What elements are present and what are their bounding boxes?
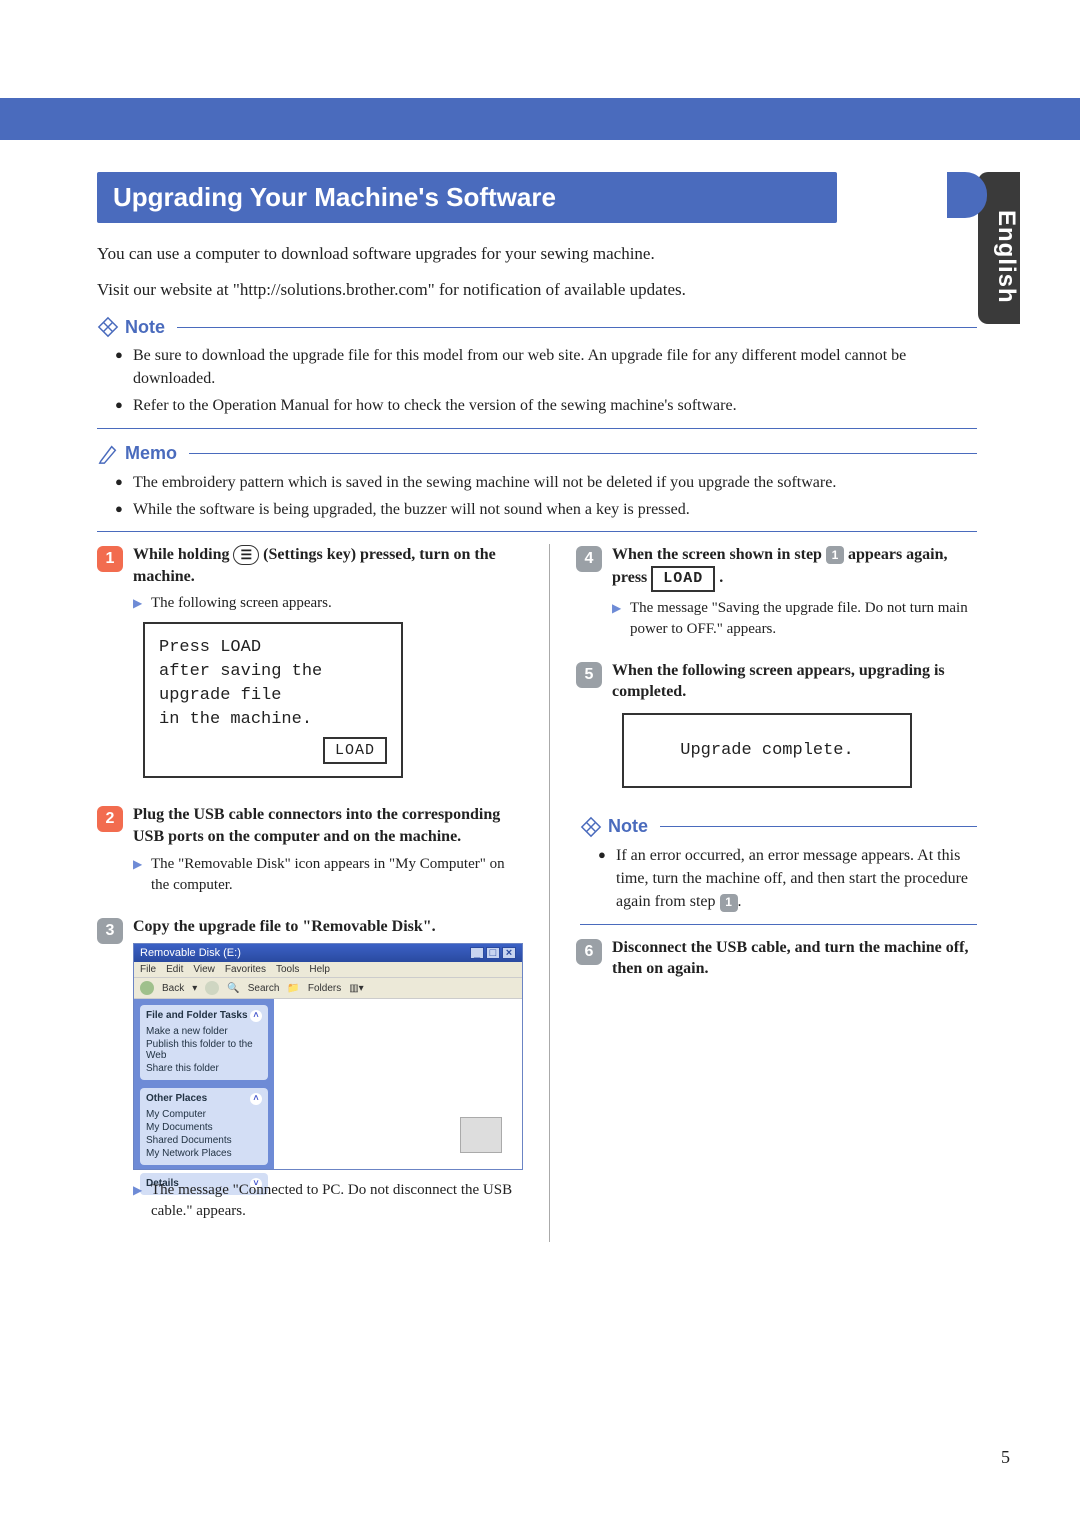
memo-item: The embroidery pattern which is saved in…: [115, 471, 977, 494]
step-badge-3: 3: [97, 918, 123, 944]
step-3: 3 Copy the upgrade file to "Removable Di…: [97, 916, 523, 1231]
step-6: 6 Disconnect the USB cable, and turn the…: [576, 937, 977, 986]
note2-list: If an error occurred, an error message a…: [580, 844, 977, 914]
explorer-window: Removable Disk (E:) _□× FileEditViewFavo…: [133, 943, 523, 1170]
note-label: Note: [125, 317, 165, 338]
note2-end-rule: [580, 924, 977, 925]
memo-label: Memo: [125, 443, 177, 464]
sidebar-item[interactable]: Shared Documents: [146, 1134, 262, 1147]
column-divider: [549, 544, 550, 1242]
upgrade-file-icon[interactable]: [460, 1117, 502, 1153]
step-5: 5 When the following screen appears, upg…: [576, 660, 977, 802]
note-header: Note: [97, 316, 977, 338]
step-badge-1: 1: [97, 546, 123, 572]
lcd-line: after saving the: [159, 660, 387, 684]
left-column: 1 While holding ☰ (Settings key) pressed…: [97, 544, 523, 1242]
step-1-sub: The following screen appears.: [133, 593, 523, 614]
lcd-screen-2: Upgrade complete.: [622, 713, 912, 788]
page-content: Upgrading Your Machine's Software You ca…: [97, 172, 977, 1242]
step-badge-6: 6: [576, 939, 602, 965]
load-button-inline[interactable]: LOAD: [651, 566, 715, 592]
note-list: Be sure to download the upgrade file for…: [97, 344, 977, 418]
lcd-line: in the machine.: [159, 708, 387, 732]
step-ref-1-icon: 1: [826, 546, 844, 564]
step-badge-5: 5: [576, 662, 602, 688]
step-4-title: When the screen shown in step 1 appears …: [612, 544, 977, 592]
step-5-title: When the following screen appears, upgra…: [612, 660, 977, 703]
maximize-icon: □: [486, 947, 500, 959]
note-item: Be sure to download the upgrade file for…: [115, 344, 977, 390]
sidebar-panel-places: Other Places˄ My Computer My Documents S…: [140, 1088, 268, 1165]
right-column: 4 When the screen shown in step 1 appear…: [576, 544, 977, 1242]
lcd-screen-1: Press LOAD after saving the upgrade file…: [143, 622, 403, 778]
memo-icon: [97, 443, 119, 465]
note-label: Note: [608, 816, 648, 837]
lcd-line: upgrade file: [159, 684, 387, 708]
window-main-area[interactable]: [274, 999, 522, 1169]
memo-end-rule: [97, 531, 977, 532]
note-icon: [97, 316, 119, 338]
intro-line-2: Visit our website at "http://solutions.b…: [97, 277, 977, 303]
chevron-up-icon[interactable]: ˄: [250, 1093, 262, 1105]
steps-columns: 1 While holding ☰ (Settings key) pressed…: [97, 544, 977, 1242]
lcd-load-button[interactable]: LOAD: [323, 737, 387, 764]
step-badge-2: 2: [97, 806, 123, 832]
intro-line-1: You can use a computer to download softw…: [97, 241, 977, 267]
title-bar-end-curve: [947, 172, 987, 218]
step-3-title: Copy the upgrade file to "Removable Disk…: [133, 916, 523, 938]
settings-key-icon: ☰: [233, 545, 259, 565]
memo-list: The embroidery pattern which is saved in…: [97, 471, 977, 521]
sidebar-panel-tasks: File and Folder Tasks˄ Make a new folder…: [140, 1005, 268, 1080]
step-6-title: Disconnect the USB cable, and turn the m…: [612, 937, 977, 980]
memo-header: Memo: [97, 443, 977, 465]
note-icon: [580, 816, 602, 838]
section-title: Upgrading Your Machine's Software: [97, 172, 837, 223]
close-icon: ×: [502, 947, 516, 959]
step-4-sub: The message "Saving the upgrade file. Do…: [612, 598, 977, 640]
note-rule: [660, 826, 977, 827]
header-accent-bar: [0, 98, 1080, 140]
window-title: Removable Disk (E:): [140, 947, 241, 959]
window-titlebar: Removable Disk (E:) _□×: [134, 944, 522, 962]
sidebar-item[interactable]: Make a new folder: [146, 1025, 262, 1038]
note2-header: Note: [580, 816, 977, 838]
step-4: 4 When the screen shown in step 1 appear…: [576, 544, 977, 648]
note2-item: If an error occurred, an error message a…: [598, 844, 977, 914]
page-number: 5: [1001, 1447, 1010, 1468]
window-sidebar: File and Folder Tasks˄ Make a new folder…: [134, 999, 274, 1169]
window-toolbar[interactable]: Back ▾ 🔍Search 📁Folders ▥▾: [134, 977, 522, 999]
step-badge-4: 4: [576, 546, 602, 572]
window-controls[interactable]: _□×: [468, 947, 516, 959]
step-1-title: While holding ☰ (Settings key) pressed, …: [133, 544, 523, 587]
sidebar-item[interactable]: My Documents: [146, 1121, 262, 1134]
step-ref-1-icon: 1: [720, 894, 738, 912]
memo-rule: [189, 453, 977, 454]
forward-icon[interactable]: [205, 981, 219, 995]
chevron-up-icon[interactable]: ˄: [250, 1010, 262, 1022]
step-2-title: Plug the USB cable connectors into the c…: [133, 804, 523, 847]
window-menubar[interactable]: FileEditViewFavoritesToolsHelp: [134, 962, 522, 977]
note-item: Refer to the Operation Manual for how to…: [115, 394, 977, 417]
back-icon[interactable]: [140, 981, 154, 995]
note-rule: [177, 327, 977, 328]
step-2: 2 Plug the USB cable connectors into the…: [97, 804, 523, 903]
step-1: 1 While holding ☰ (Settings key) pressed…: [97, 544, 523, 792]
sidebar-item[interactable]: Publish this folder to the Web: [146, 1038, 262, 1062]
sidebar-item[interactable]: My Network Places: [146, 1147, 262, 1160]
step-2-sub: The "Removable Disk" icon appears in "My…: [133, 854, 523, 896]
minimize-icon: _: [470, 947, 484, 959]
lcd-line: Press LOAD: [159, 636, 387, 660]
memo-item: While the software is being upgraded, th…: [115, 498, 977, 521]
note-end-rule: [97, 428, 977, 429]
step-3-sub: The message "Connected to PC. Do not dis…: [133, 1180, 523, 1222]
sidebar-item[interactable]: My Computer: [146, 1108, 262, 1121]
sidebar-item[interactable]: Share this folder: [146, 1062, 262, 1075]
